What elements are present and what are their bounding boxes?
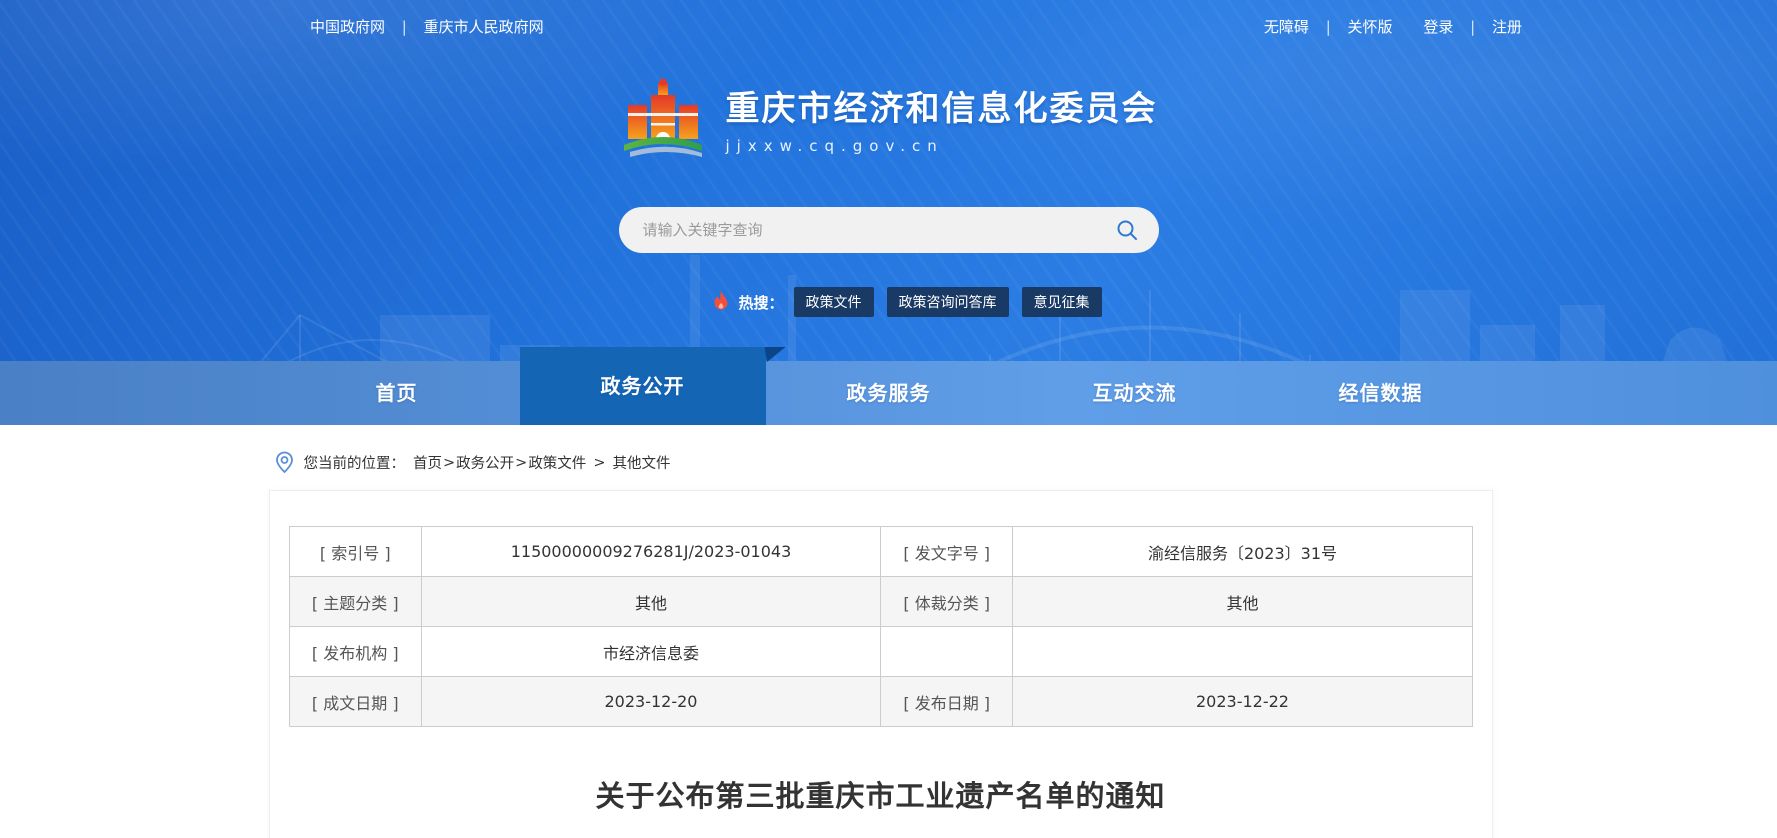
site-logo-icon bbox=[620, 73, 706, 163]
meta-label-publish-date: [ 发布日期 ] bbox=[880, 677, 1012, 727]
meta-value-doc-number: 渝经信服务〔2023〕31号 bbox=[1013, 527, 1472, 577]
breadcrumb-home[interactable]: 首页 bbox=[413, 452, 442, 473]
breadcrumb-separator: > bbox=[593, 455, 605, 471]
main-nav: 首页 政务公开 政务服务 互动交流 经信数据 bbox=[0, 361, 1777, 425]
meta-label-publisher: [ 发布机构 ] bbox=[289, 627, 421, 677]
meta-value-index-number: 11500000009276281J/2023-01043 bbox=[421, 527, 880, 577]
site-banner: 中国政府网 | 重庆市人民政府网 无障碍 | 关怀版 登录 | 注册 bbox=[0, 0, 1777, 425]
document-title: 关于公布第三批重庆市工业遗产名单的通知 bbox=[289, 773, 1473, 815]
nav-item-gov-disclosure[interactable]: 政务公开 bbox=[520, 347, 766, 425]
divider: | bbox=[402, 18, 407, 36]
search-button[interactable] bbox=[1105, 212, 1149, 248]
meta-label-empty bbox=[880, 627, 1012, 677]
breadcrumb-other-files[interactable]: 其他文件 bbox=[612, 452, 670, 473]
meta-label-index-number: [ 索引号 ] bbox=[289, 527, 421, 577]
link-accessibility[interactable]: 无障碍 bbox=[1264, 18, 1309, 36]
breadcrumb-gov-disclosure[interactable]: 政务公开 bbox=[456, 452, 514, 473]
site-masthead: 重庆市经济和信息化委员会 jjxxw.cq.gov.cn bbox=[0, 73, 1777, 163]
search-input[interactable] bbox=[643, 221, 1105, 239]
meta-value-empty bbox=[1013, 627, 1472, 677]
nav-item-gov-services[interactable]: 政务服务 bbox=[766, 361, 1012, 425]
nav-item-econ-data[interactable]: 经信数据 bbox=[1258, 361, 1504, 425]
breadcrumb-policy-files[interactable]: 政策文件 bbox=[528, 452, 586, 473]
link-care-version[interactable]: 关怀版 bbox=[1348, 18, 1393, 36]
meta-value-genre-category: 其他 bbox=[1013, 577, 1472, 627]
nav-item-interaction[interactable]: 互动交流 bbox=[1012, 361, 1258, 425]
breadcrumb: 您当前的位置： 首页 > 政务公开 > 政策文件 > 其他文件 bbox=[275, 451, 1509, 474]
hot-search-label: 热搜： bbox=[739, 292, 784, 313]
hot-search-row: 热搜： 政策文件 政策咨询问答库 意见征集 bbox=[619, 287, 1159, 317]
document-card: [ 索引号 ] 11500000009276281J/2023-01043 [ … bbox=[269, 490, 1493, 838]
hot-link-opinion[interactable]: 意见征集 bbox=[1022, 287, 1102, 317]
link-china-gov[interactable]: 中国政府网 bbox=[310, 18, 385, 36]
site-domain: jjxxw.cq.gov.cn bbox=[726, 137, 1158, 155]
flame-icon bbox=[711, 290, 731, 314]
link-cq-gov[interactable]: 重庆市人民政府网 bbox=[424, 18, 544, 36]
link-login[interactable]: 登录 bbox=[1423, 18, 1453, 36]
page-content: 您当前的位置： 首页 > 政务公开 > 政策文件 > 其他文件 [ 索引号 ] … bbox=[269, 451, 1509, 838]
meta-label-genre-category: [ 体裁分类 ] bbox=[880, 577, 1012, 627]
hot-link-policy-files[interactable]: 政策文件 bbox=[794, 287, 874, 317]
search-icon bbox=[1115, 218, 1139, 242]
search-row bbox=[0, 207, 1777, 253]
breadcrumb-separator: > bbox=[443, 455, 455, 471]
meta-label-doc-number: [ 发文字号 ] bbox=[880, 527, 1012, 577]
search-box[interactable] bbox=[619, 207, 1159, 253]
nav-item-home[interactable]: 首页 bbox=[274, 361, 520, 425]
site-title: 重庆市经济和信息化委员会 bbox=[726, 81, 1158, 130]
divider: | bbox=[1470, 18, 1475, 36]
breadcrumb-prefix: 您当前的位置： bbox=[304, 452, 406, 473]
table-row: [ 发布机构 ] 市经济信息委 bbox=[289, 627, 1472, 677]
meta-value-written-date: 2023-12-20 bbox=[421, 677, 880, 727]
table-row: [ 主题分类 ] 其他 [ 体裁分类 ] 其他 bbox=[289, 577, 1472, 627]
breadcrumb-separator: > bbox=[515, 455, 527, 471]
meta-value-publisher: 市经济信息委 bbox=[421, 627, 880, 677]
top-utility-bar: 中国政府网 | 重庆市人民政府网 无障碍 | 关怀版 登录 | 注册 bbox=[0, 0, 1777, 37]
meta-value-topic-category: 其他 bbox=[421, 577, 880, 627]
divider: | bbox=[1326, 18, 1331, 36]
main-nav-inner: 首页 政务公开 政务服务 互动交流 经信数据 bbox=[274, 361, 1504, 425]
table-row: [ 成文日期 ] 2023-12-20 [ 发布日期 ] 2023-12-22 bbox=[289, 677, 1472, 727]
meta-label-written-date: [ 成文日期 ] bbox=[289, 677, 421, 727]
table-row: [ 索引号 ] 11500000009276281J/2023-01043 [ … bbox=[289, 527, 1472, 577]
location-pin-icon bbox=[275, 451, 294, 474]
topbar-left-links: 中国政府网 | 重庆市人民政府网 bbox=[310, 16, 544, 37]
hot-link-policy-qa[interactable]: 政策咨询问答库 bbox=[887, 287, 1009, 317]
document-meta-table: [ 索引号 ] 11500000009276281J/2023-01043 [ … bbox=[289, 526, 1473, 727]
site-identity: 重庆市经济和信息化委员会 jjxxw.cq.gov.cn bbox=[726, 81, 1158, 155]
link-register[interactable]: 注册 bbox=[1492, 18, 1522, 36]
topbar-right-links: 无障碍 | 关怀版 登录 | 注册 bbox=[1264, 16, 1522, 37]
meta-value-publish-date: 2023-12-22 bbox=[1013, 677, 1472, 727]
meta-label-topic-category: [ 主题分类 ] bbox=[289, 577, 421, 627]
